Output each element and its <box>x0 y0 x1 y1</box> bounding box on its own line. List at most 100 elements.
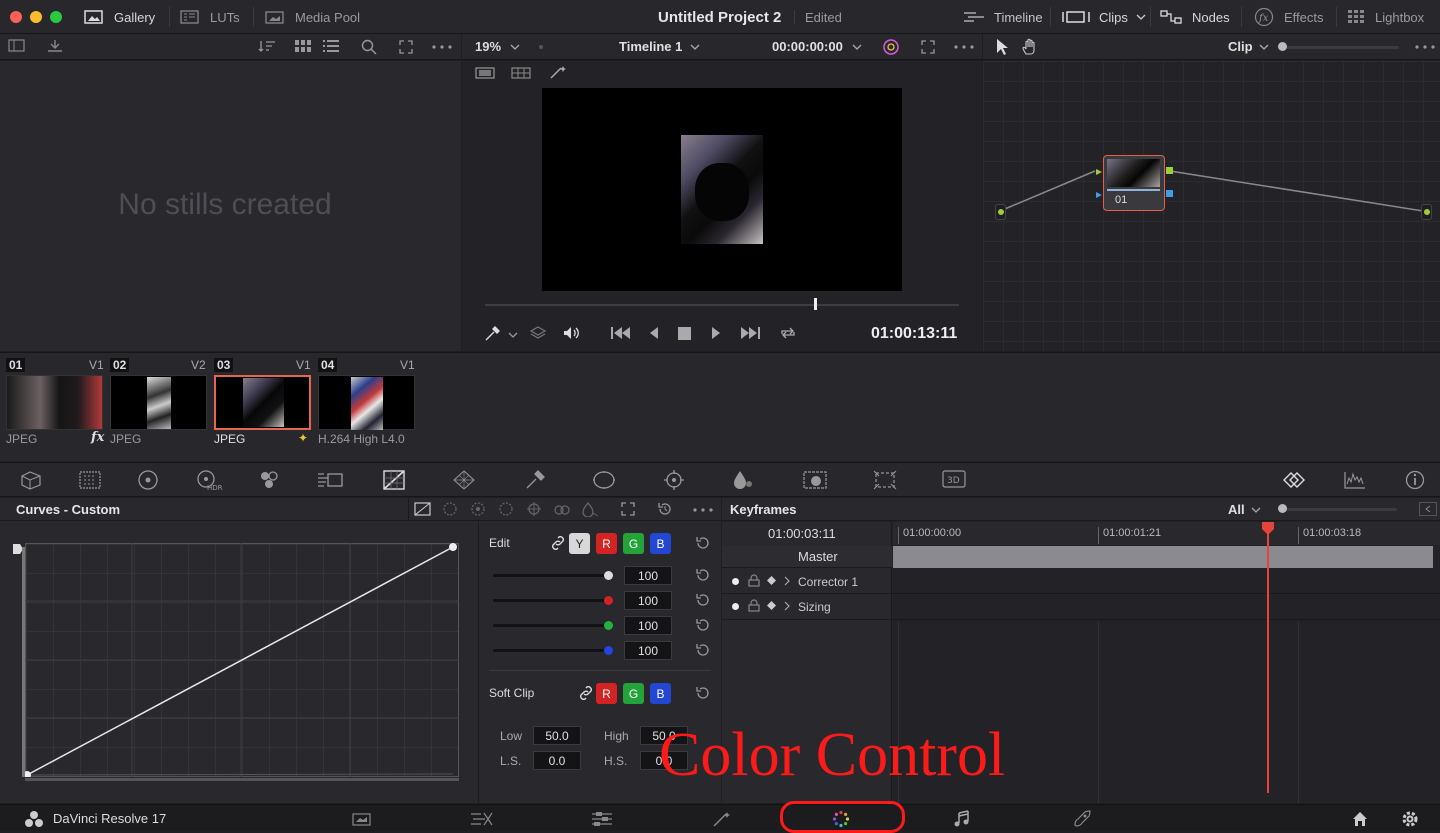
channel-y-button[interactable]: Y <box>569 533 590 554</box>
reset-icon[interactable] <box>695 535 711 551</box>
split-view-icon[interactable] <box>511 67 531 79</box>
reset-icon[interactable] <box>695 642 711 658</box>
low-soft-value[interactable]: 0.0 <box>533 751 581 770</box>
media-page-icon[interactable] <box>352 811 372 827</box>
chevron-down-icon[interactable] <box>508 331 518 339</box>
custom-curves-icon[interactable] <box>414 501 432 517</box>
source-timecode[interactable]: 00:00:00:00 <box>772 39 843 54</box>
lock-icon[interactable] <box>748 574 760 587</box>
track-enable-dot[interactable] <box>732 578 739 585</box>
color-node[interactable]: 01 <box>1103 155 1165 211</box>
soft-clip-g-button[interactable]: G <box>623 683 644 704</box>
clip-thumbnail[interactable] <box>110 375 207 430</box>
play-reverse-icon[interactable] <box>648 326 660 340</box>
chevron-right-icon[interactable] <box>783 601 791 611</box>
chevron-right-icon[interactable] <box>783 576 791 586</box>
clips-toggle[interactable]: Clips <box>1061 0 1146 34</box>
chevron-down-icon[interactable] <box>852 43 862 51</box>
reset-icon[interactable] <box>657 501 673 517</box>
slider-knob[interactable] <box>604 571 613 580</box>
slider-knob[interactable] <box>604 621 613 630</box>
curve-graph[interactable] <box>25 543 459 777</box>
blue-intensity-value[interactable]: 100 <box>624 641 672 660</box>
tracker-icon[interactable] <box>662 469 686 491</box>
node-input-key[interactable] <box>1095 191 1103 199</box>
close-window-button[interactable] <box>10 11 22 23</box>
soft-clip-b-button[interactable]: B <box>650 683 671 704</box>
hue-vs-sat-icon[interactable] <box>469 501 487 517</box>
input-connector[interactable] <box>995 204 1006 220</box>
fairlight-page-icon[interactable] <box>953 810 971 828</box>
clip-thumbnail-selected[interactable] <box>214 375 311 430</box>
hue-vs-lum-icon[interactable] <box>497 501 515 517</box>
color-warper-icon[interactable] <box>452 469 476 491</box>
channel-r-button[interactable]: R <box>596 533 617 554</box>
slider-knob[interactable] <box>1278 504 1287 513</box>
soft-clip-r-button[interactable]: R <box>596 683 617 704</box>
chevron-down-icon[interactable] <box>690 43 700 51</box>
fusion-page-icon[interactable] <box>711 810 733 828</box>
media-pool-tab[interactable]: Media Pool <box>265 0 360 34</box>
sat-vs-sat-icon[interactable] <box>553 501 571 517</box>
more-options-icon[interactable] <box>1415 45 1435 49</box>
settings-gear-icon[interactable] <box>1401 810 1419 828</box>
keyframe-zoom-slider[interactable] <box>1282 508 1397 511</box>
info-icon[interactable] <box>1404 469 1426 491</box>
3d-icon[interactable]: 3D <box>942 469 966 489</box>
node-input-rgb[interactable] <box>1095 168 1103 176</box>
loop-icon[interactable] <box>778 325 798 341</box>
node-editor[interactable]: 01 <box>983 61 1440 351</box>
reset-icon[interactable] <box>695 617 711 633</box>
node-output-key[interactable] <box>1166 190 1173 197</box>
link-icon[interactable] <box>578 686 594 700</box>
luma-intensity-slider[interactable] <box>493 574 610 577</box>
fullscreen-icon[interactable] <box>920 39 936 55</box>
red-intensity-value[interactable]: 100 <box>624 591 672 610</box>
keyframe-filter[interactable]: All <box>1228 502 1245 517</box>
more-options-icon[interactable] <box>432 45 452 49</box>
node-zoom-slider[interactable] <box>1281 46 1399 49</box>
qualifier-icon[interactable] <box>524 469 546 491</box>
hdr-wheels-icon[interactable]: HDR <box>195 469 225 491</box>
hue-vs-hue-icon[interactable] <box>441 501 459 517</box>
luts-tab[interactable]: LUTs <box>180 0 240 34</box>
sat-vs-lum-icon[interactable] <box>581 501 599 517</box>
chevron-down-icon[interactable] <box>510 43 520 51</box>
color-wheel-icon[interactable] <box>882 38 900 56</box>
camera-raw-icon[interactable] <box>18 470 44 490</box>
audio-icon[interactable] <box>562 325 582 341</box>
primaries-wheels-icon[interactable] <box>137 469 159 491</box>
download-icon[interactable] <box>46 38 64 54</box>
slider-knob[interactable] <box>1278 42 1287 51</box>
node-output-rgb[interactable] <box>1166 167 1173 174</box>
reset-icon[interactable] <box>695 592 711 608</box>
go-to-start-icon[interactable] <box>610 326 632 340</box>
playhead-marker[interactable] <box>1261 522 1275 536</box>
pointer-tool-icon[interactable] <box>995 38 1009 56</box>
color-page-icon[interactable] <box>832 810 850 828</box>
rgb-mixer-icon[interactable] <box>257 469 281 491</box>
chevron-down-icon[interactable] <box>1251 506 1261 514</box>
collapse-icon[interactable] <box>1419 502 1437 516</box>
color-match-icon[interactable] <box>78 470 102 490</box>
output-connector[interactable] <box>1421 204 1432 220</box>
channel-g-button[interactable]: G <box>623 533 644 554</box>
node-mode-select[interactable]: Clip <box>1228 39 1253 54</box>
fullscreen-icon[interactable] <box>620 501 636 517</box>
list-view-icon[interactable] <box>323 40 339 52</box>
scopes-icon[interactable] <box>1343 470 1367 490</box>
edit-page-icon[interactable] <box>591 811 613 827</box>
reset-icon[interactable] <box>695 685 711 701</box>
key-icon[interactable] <box>802 469 828 491</box>
deliver-page-icon[interactable] <box>1072 810 1092 828</box>
track-enable-dot[interactable] <box>732 603 739 610</box>
keyframe-playhead[interactable] <box>1267 522 1269 793</box>
more-options-icon[interactable] <box>693 508 713 512</box>
timeline-name[interactable]: Timeline 1 <box>619 39 682 54</box>
blur-icon[interactable] <box>732 469 754 491</box>
red-intensity-slider[interactable] <box>493 599 610 602</box>
hand-tool-icon[interactable] <box>1021 38 1039 56</box>
keyframe-diamond-icon[interactable] <box>767 576 776 585</box>
window-icon[interactable] <box>591 469 617 491</box>
fullscreen-icon[interactable] <box>398 39 414 55</box>
